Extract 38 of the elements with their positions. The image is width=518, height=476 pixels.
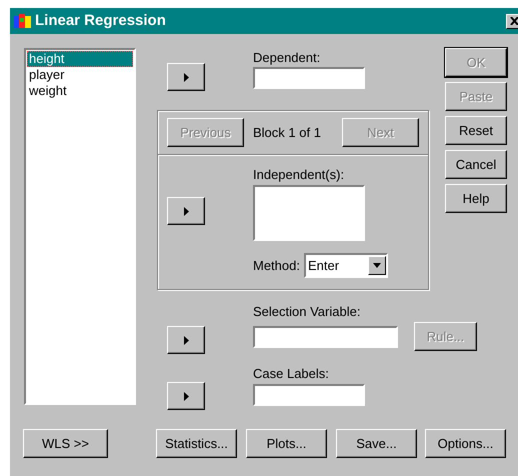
dialog-button[interactable]: Cancel	[445, 150, 507, 179]
independents-field[interactable]	[253, 185, 365, 241]
dialog-button[interactable]: Options...	[425, 429, 506, 458]
move-arrow-button[interactable]	[167, 382, 205, 410]
move-arrow-button[interactable]	[167, 63, 205, 91]
move-arrow-button[interactable]	[167, 197, 205, 225]
block-caption: Block 1 of 1	[253, 124, 321, 142]
field-label: Method:	[253, 256, 300, 275]
dialog-button[interactable]: Plots...	[246, 429, 327, 458]
field-label: Selection Variable:	[253, 304, 362, 319]
field-label: Case Labels:	[253, 366, 330, 381]
dialog-button[interactable]: Help	[445, 184, 507, 213]
window-title: Linear Regression	[35, 10, 166, 31]
dialog-button[interactable]: Save...	[336, 429, 417, 458]
triangle-right-icon	[184, 206, 188, 216]
dialog-button[interactable]: Reset	[445, 116, 507, 145]
dependent-field[interactable]	[253, 67, 365, 89]
variable-item[interactable]: player	[27, 67, 133, 83]
dialog-button[interactable]: WLS >>	[23, 429, 108, 458]
method-dropdown[interactable]: Enter	[304, 253, 388, 278]
app-icon	[13, 12, 33, 30]
caret-down-icon	[372, 263, 381, 268]
dialog-button[interactable]: Statistics...	[156, 429, 237, 458]
variable-item[interactable]: weight	[27, 83, 133, 99]
triangle-right-icon	[184, 392, 188, 400]
field-label: Independent(s):	[253, 167, 346, 182]
variable-list[interactable]: height player weight	[24, 48, 136, 405]
variable-item[interactable]: height	[27, 51, 133, 67]
case-labels-field[interactable]	[253, 384, 365, 406]
close-icon	[510, 17, 518, 25]
dropdown-value: Enter	[306, 256, 340, 275]
field-label: Dependent:	[253, 50, 322, 65]
dropdown-button[interactable]	[368, 256, 386, 275]
triangle-right-icon	[184, 336, 188, 344]
triangle-right-icon	[184, 72, 188, 82]
close-button[interactable]	[506, 14, 518, 28]
move-arrow-button[interactable]	[167, 326, 205, 354]
selection-variable-field[interactable]	[253, 326, 398, 348]
